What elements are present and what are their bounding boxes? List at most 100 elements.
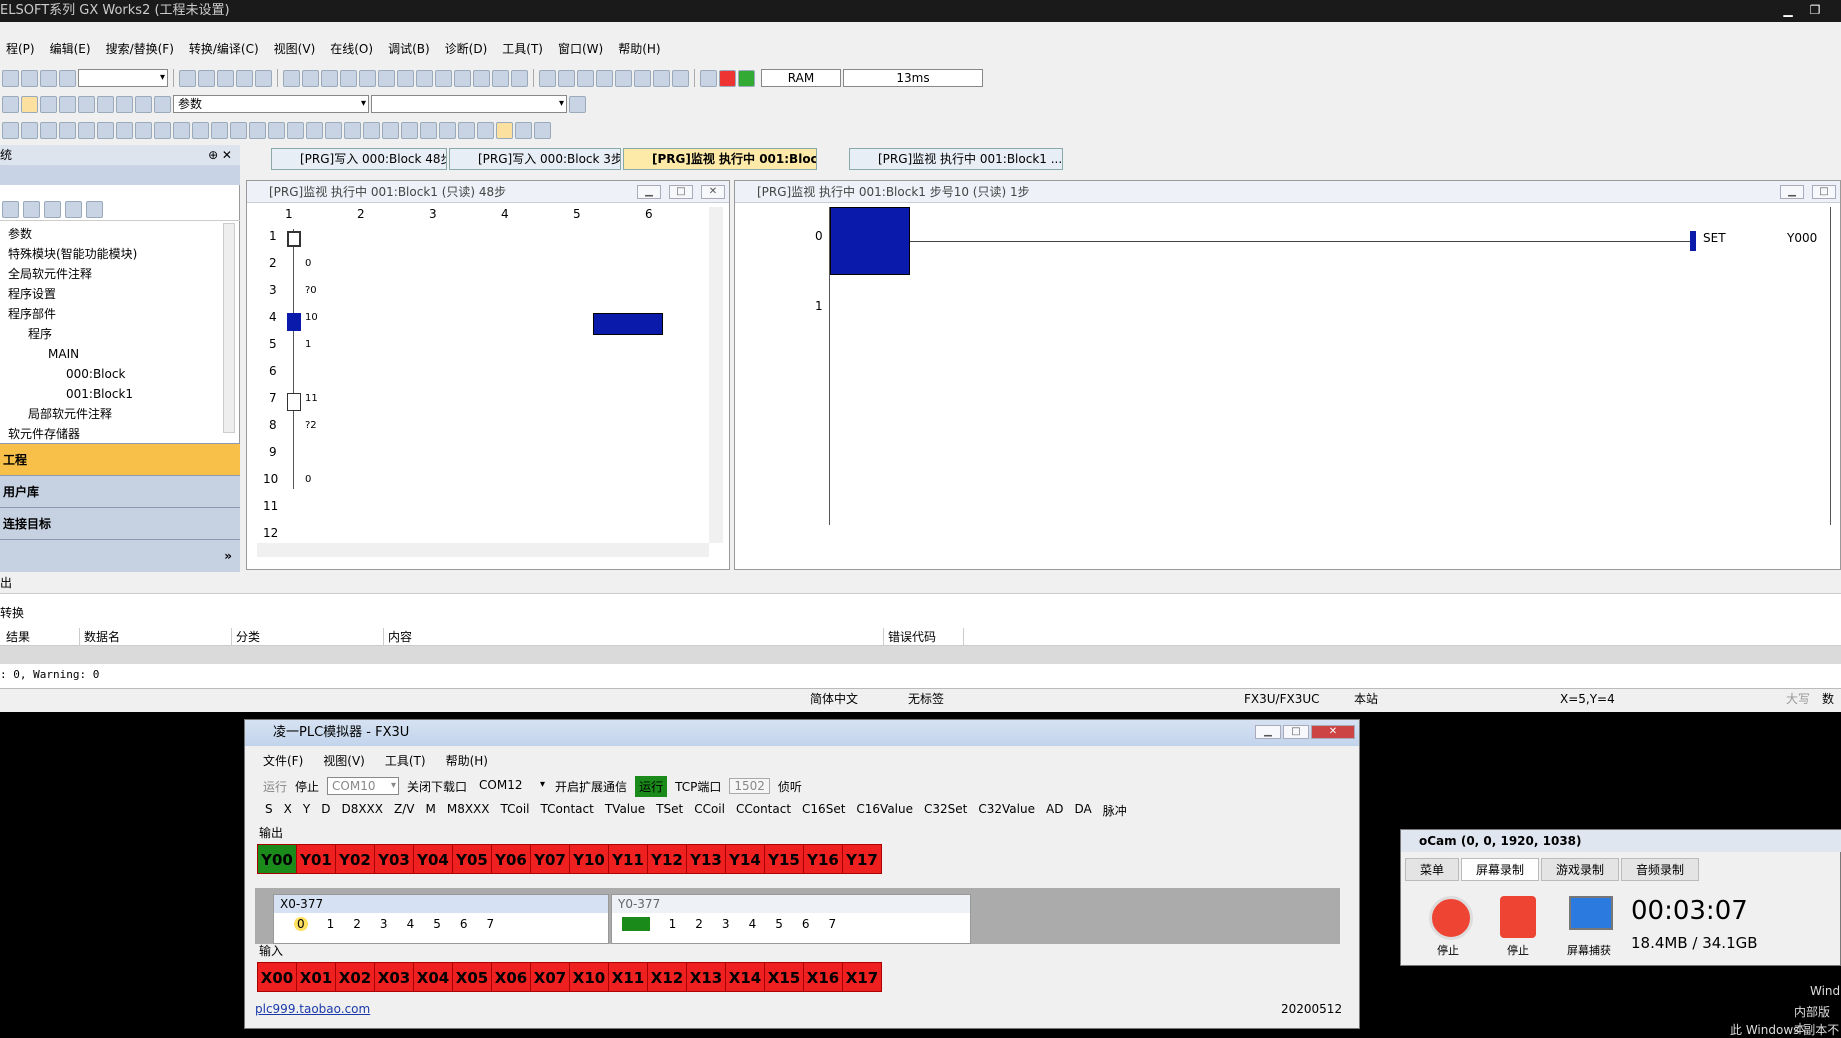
active-step-box[interactable]	[287, 313, 301, 331]
tree-scrollbar[interactable]	[223, 223, 235, 433]
ladder-icon-6[interactable]	[634, 69, 651, 87]
input-button-X01[interactable]: X01	[296, 962, 336, 992]
device-tab[interactable]: D	[321, 802, 330, 819]
device-tab[interactable]: S	[265, 802, 273, 819]
af6-icon[interactable]	[249, 121, 266, 139]
jump-icon[interactable]	[477, 121, 494, 139]
menu-item[interactable]: 搜索/替换(F)	[106, 38, 183, 60]
sf6-icon[interactable]	[116, 121, 133, 139]
undo-icon[interactable]	[236, 69, 253, 87]
input-button-X12[interactable]: X12	[647, 962, 687, 992]
device-tab[interactable]: M	[425, 802, 435, 819]
screen-capture-icon[interactable]	[1569, 896, 1613, 930]
input-button-X04[interactable]: X04	[413, 962, 453, 992]
restore-icon[interactable]: ❐	[1806, 4, 1824, 18]
binoculars-icon[interactable]	[154, 95, 171, 113]
ladder-icon-7[interactable]	[653, 69, 670, 87]
x-bit[interactable]: 4	[407, 917, 415, 931]
menu-item[interactable]: 窗口(W)	[558, 38, 612, 60]
question-icon[interactable]	[135, 95, 152, 113]
ladder-icon-5[interactable]	[615, 69, 632, 87]
sf7-icon[interactable]	[135, 121, 152, 139]
input-button-X13[interactable]: X13	[686, 962, 726, 992]
x-bit[interactable]: 2	[353, 917, 361, 931]
maximize-icon[interactable]: □	[669, 185, 693, 199]
menu-item[interactable]: 帮助(H)	[618, 38, 669, 60]
input-button-X11[interactable]: X11	[608, 962, 648, 992]
com2-select[interactable]: COM12	[475, 777, 548, 795]
device-tab[interactable]: DA	[1074, 802, 1091, 819]
af5-icon[interactable]	[230, 121, 247, 139]
menu-item[interactable]: 程(P)	[6, 38, 44, 60]
tree-item[interactable]: 软元件存储器	[8, 425, 80, 443]
list-icon[interactable]	[78, 95, 95, 113]
watch-icon[interactable]	[454, 69, 471, 87]
project-icon[interactable]	[2, 95, 19, 113]
monitor-contact-block[interactable]	[830, 207, 910, 275]
cf10-icon[interactable]	[211, 121, 228, 139]
nav-library-button[interactable]: 用户库	[0, 475, 240, 507]
menu-item[interactable]: 在线(O)	[330, 38, 382, 60]
x-bit[interactable]: 0	[294, 917, 308, 931]
device-tab[interactable]: C32Set	[924, 802, 967, 819]
com-select[interactable]: COM10	[327, 777, 400, 795]
af7-icon[interactable]	[268, 121, 285, 139]
minimize-icon[interactable]: ▁	[1255, 725, 1281, 739]
expand-icon[interactable]: »	[224, 540, 232, 572]
x-bit[interactable]: 6	[460, 917, 468, 931]
nav-tool-4-icon[interactable]	[65, 201, 82, 218]
copy-icon[interactable]	[198, 69, 215, 87]
sim-menu-item[interactable]: 工具(T)	[385, 752, 426, 769]
nav-tool-5-icon[interactable]	[86, 201, 103, 218]
tab-monitor-block1-b[interactable]: [PRG]监视 执行中 001:Block1 ...	[849, 148, 1063, 170]
tree-item[interactable]: 程序设置	[8, 285, 56, 303]
menu-item[interactable]: 转换/编译(C)	[189, 38, 268, 60]
x-bit[interactable]: 5	[433, 917, 441, 931]
input-button-X06[interactable]: X06	[491, 962, 531, 992]
window-icon[interactable]	[21, 95, 38, 113]
cf9-icon[interactable]	[192, 121, 209, 139]
nav-tool-2-icon[interactable]	[23, 201, 40, 218]
saf7-icon[interactable]	[363, 121, 380, 139]
device-tab[interactable]: X	[284, 802, 292, 819]
tree-item[interactable]: 001:Block1	[66, 385, 133, 403]
tree-item[interactable]: 000:Block	[66, 365, 125, 383]
x-bit[interactable]: 1	[327, 917, 335, 931]
del-line-icon[interactable]	[439, 121, 456, 139]
input-button-X02[interactable]: X02	[335, 962, 375, 992]
menu-item[interactable]: 诊断(D)	[445, 38, 497, 60]
sim-icon[interactable]	[511, 69, 528, 87]
tree-item[interactable]: 特殊模块(智能功能模块)	[8, 245, 137, 263]
active-transition-block[interactable]	[593, 313, 663, 335]
stop-record-icon[interactable]	[1429, 896, 1473, 940]
input-button-X16[interactable]: X16	[803, 962, 843, 992]
line-icon[interactable]	[420, 121, 437, 139]
redo-icon[interactable]	[255, 69, 272, 87]
saf9-icon[interactable]	[401, 121, 418, 139]
menu-item[interactable]: 编辑(E)	[50, 38, 100, 60]
toolbar-combo[interactable]	[78, 69, 168, 87]
filter-icon[interactable]	[97, 95, 114, 113]
tab-write-block-3[interactable]: [PRG]写入 000:Block 3步	[449, 148, 621, 170]
tree-item[interactable]: 程序	[28, 325, 52, 343]
maximize-icon[interactable]: □	[1812, 185, 1836, 199]
print-icon[interactable]	[40, 69, 57, 87]
cascade-icon[interactable]	[59, 95, 76, 113]
sf9-icon[interactable]	[173, 121, 190, 139]
minimize-icon[interactable]: ▁	[1779, 4, 1797, 18]
input-button-X17[interactable]: X17	[842, 962, 882, 992]
f9-icon[interactable]	[78, 121, 95, 139]
ladder-icon-4[interactable]	[596, 69, 613, 87]
f7-icon[interactable]	[40, 121, 57, 139]
read-icon[interactable]	[359, 69, 376, 87]
compile-icon[interactable]	[283, 69, 300, 87]
device-tab[interactable]: M8XXX	[447, 802, 490, 819]
col-category[interactable]: 分类	[232, 628, 384, 645]
stop-button[interactable]: 停止	[295, 778, 319, 795]
minimize-icon[interactable]: ▁	[637, 185, 661, 199]
input-button-X15[interactable]: X15	[764, 962, 804, 992]
monitor-write-icon[interactable]	[435, 69, 452, 87]
run-button[interactable]: 运行	[263, 778, 287, 795]
ladder-icon-8[interactable]	[672, 69, 689, 87]
col-result[interactable]: 结果	[0, 628, 80, 645]
